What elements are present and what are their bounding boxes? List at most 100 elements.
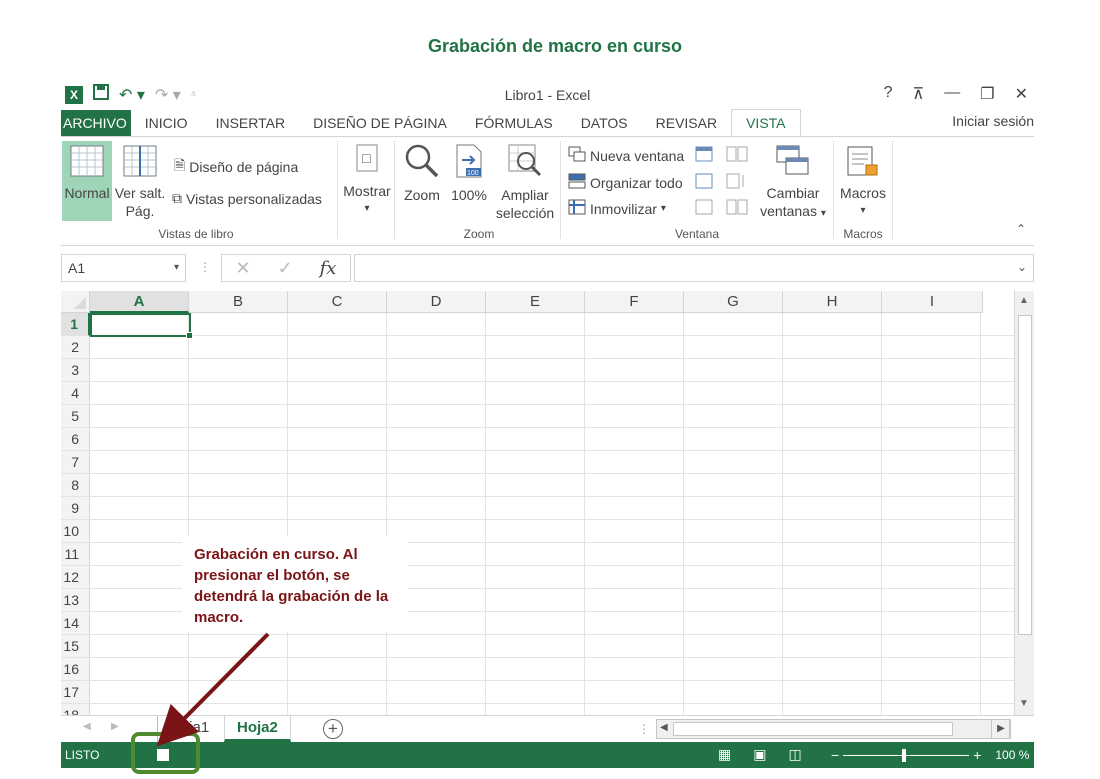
tab-archivo[interactable]: ARCHIVO bbox=[61, 110, 131, 137]
column-header-b[interactable]: B bbox=[189, 291, 288, 313]
name-box-dropdown-icon[interactable]: ▾ bbox=[174, 255, 179, 281]
custom-views-button[interactable]: ⧉ Vistas personalizadas bbox=[172, 190, 322, 207]
zoom-track[interactable] bbox=[843, 748, 970, 762]
scroll-up-icon[interactable]: ▲ bbox=[1019, 295, 1029, 306]
column-header-g[interactable]: G bbox=[684, 291, 783, 313]
column-header-a[interactable]: A bbox=[90, 291, 189, 313]
sheet-prev-icon[interactable]: ◀ bbox=[83, 721, 91, 732]
svg-text:100: 100 bbox=[467, 170, 479, 177]
tab-formulas[interactable]: FÓRMULAS bbox=[461, 110, 567, 137]
switch-windows-button[interactable]: Cambiar ventanas ▾ bbox=[756, 145, 830, 223]
reset-position-icon[interactable] bbox=[726, 199, 748, 220]
page-layout-status-icon[interactable]: ▣ bbox=[753, 746, 766, 763]
add-sheet-icon[interactable]: + bbox=[323, 719, 343, 739]
row-header-18[interactable]: 18 bbox=[61, 704, 90, 715]
scroll-right-icon[interactable]: ▶ bbox=[991, 719, 1011, 739]
minimize-icon[interactable]: — bbox=[944, 84, 960, 104]
help-icon[interactable]: ? bbox=[884, 84, 893, 104]
zoom-percent[interactable]: 100 % bbox=[995, 748, 1029, 762]
row-header-11[interactable]: 11 bbox=[61, 543, 90, 566]
scroll-down-icon[interactable]: ▼ bbox=[1019, 698, 1029, 709]
row-header-7[interactable]: 7 bbox=[61, 451, 90, 474]
formula-bar-grip-icon[interactable]: ⋮ bbox=[199, 260, 211, 274]
collapse-ribbon-icon[interactable]: ⌃ bbox=[1016, 222, 1026, 236]
row-header-6[interactable]: 6 bbox=[61, 428, 90, 451]
new-window-button[interactable]: Nueva ventana bbox=[568, 146, 684, 165]
signin-link[interactable]: Iniciar sesión bbox=[952, 113, 1034, 129]
show-button[interactable]: ☐ Mostrar ▾ bbox=[342, 143, 392, 218]
row-header-17[interactable]: 17 bbox=[61, 681, 90, 704]
tab-inicio[interactable]: INICIO bbox=[131, 110, 202, 137]
enter-formula-icon[interactable]: ✓ bbox=[278, 258, 293, 279]
row-header-10[interactable]: 10 bbox=[61, 520, 90, 543]
horizontal-scroll-thumb[interactable] bbox=[673, 722, 953, 736]
column-header-c[interactable]: C bbox=[288, 291, 387, 313]
page-break-view-button[interactable]: Ver salt. Pág. bbox=[114, 145, 166, 220]
ribbon-display-icon[interactable]: ⊼ bbox=[913, 84, 925, 104]
column-header-f[interactable]: F bbox=[585, 291, 684, 313]
normal-view-button[interactable]: Normal bbox=[62, 145, 112, 202]
row-header-15[interactable]: 15 bbox=[61, 635, 90, 658]
cell-area[interactable] bbox=[90, 313, 1014, 715]
split-icon[interactable] bbox=[695, 146, 713, 167]
svg-text:☐: ☐ bbox=[361, 152, 372, 166]
page-layout-button[interactable]: 🗎 Diseño de página bbox=[174, 155, 298, 179]
hide-icon[interactable] bbox=[695, 173, 713, 194]
unhide-icon[interactable] bbox=[695, 199, 713, 220]
tab-insertar[interactable]: INSERTAR bbox=[202, 110, 300, 137]
insert-function-icon[interactable]: fx bbox=[320, 258, 337, 279]
tab-split-grip-icon[interactable]: ⋮ bbox=[638, 722, 650, 736]
tab-vista[interactable]: VISTA bbox=[731, 109, 801, 137]
column-header-d[interactable]: D bbox=[387, 291, 486, 313]
formula-input[interactable]: ⌄ bbox=[354, 254, 1034, 282]
ventanas-label: ventanas ▾ bbox=[760, 203, 826, 219]
restore-icon[interactable]: ❐ bbox=[980, 84, 994, 104]
row-header-3[interactable]: 3 bbox=[61, 359, 90, 382]
zoom-button[interactable]: Zoom bbox=[399, 143, 445, 204]
zoom-knob[interactable] bbox=[902, 748, 907, 762]
tab-datos[interactable]: DATOS bbox=[567, 110, 642, 137]
seleccion-label: selección bbox=[495, 205, 555, 221]
sheet-next-icon[interactable]: ▶ bbox=[111, 721, 119, 732]
row-header-14[interactable]: 14 bbox=[61, 612, 90, 635]
custom-views-label: Vistas personalizadas bbox=[186, 190, 322, 207]
scroll-left-icon[interactable]: ◀ bbox=[660, 722, 668, 733]
tab-revisar[interactable]: REVISAR bbox=[642, 110, 731, 137]
zoom-slider[interactable]: − + 100 % bbox=[831, 747, 1029, 763]
row-header-16[interactable]: 16 bbox=[61, 658, 90, 681]
row-header-4[interactable]: 4 bbox=[61, 382, 90, 405]
row-header-8[interactable]: 8 bbox=[61, 474, 90, 497]
column-header-h[interactable]: H bbox=[783, 291, 882, 313]
row-header-2[interactable]: 2 bbox=[61, 336, 90, 359]
macros-button[interactable]: Macros ▾ bbox=[837, 145, 889, 220]
page-break-status-icon[interactable]: ◫ bbox=[788, 746, 801, 763]
column-header-i[interactable]: I bbox=[882, 291, 983, 313]
zoom-in-icon[interactable]: + bbox=[973, 747, 981, 763]
zoom-100-button[interactable]: 100 100% bbox=[447, 143, 491, 204]
column-header-e[interactable]: E bbox=[486, 291, 585, 313]
row-header-1[interactable]: 1 bbox=[61, 313, 90, 336]
close-icon[interactable]: ✕ bbox=[1015, 84, 1028, 104]
zoom-selection-icon bbox=[493, 143, 557, 183]
side-by-side-icon[interactable] bbox=[726, 146, 748, 167]
vertical-scroll-thumb[interactable] bbox=[1018, 315, 1032, 635]
row-header-12[interactable]: 12 bbox=[61, 566, 90, 589]
arrange-all-button[interactable]: Organizar todo bbox=[568, 173, 683, 192]
expand-formula-bar-icon[interactable]: ⌄ bbox=[1017, 260, 1027, 274]
sync-scroll-icon[interactable] bbox=[726, 173, 748, 194]
row-header-5[interactable]: 5 bbox=[61, 405, 90, 428]
row-header-9[interactable]: 9 bbox=[61, 497, 90, 520]
select-all-corner[interactable] bbox=[61, 291, 90, 313]
row-header-13[interactable]: 13 bbox=[61, 589, 90, 612]
zoom-out-icon[interactable]: − bbox=[831, 747, 839, 763]
tab-diseno-pagina[interactable]: DISEÑO DE PÁGINA bbox=[299, 110, 461, 137]
freeze-panes-button[interactable]: Inmovilizar ▾ bbox=[568, 199, 666, 218]
cancel-formula-icon[interactable]: ✕ bbox=[235, 258, 250, 279]
active-cell-a1[interactable] bbox=[90, 313, 193, 339]
vertical-scrollbar[interactable]: ▲ ▼ bbox=[1014, 291, 1034, 715]
sheet-tab-hoja2[interactable]: Hoja2 bbox=[224, 716, 291, 742]
normal-view-status-icon[interactable]: ▦ bbox=[718, 746, 731, 763]
horizontal-scrollbar[interactable]: ◀ bbox=[656, 719, 1010, 739]
zoom-selection-button[interactable]: Ampliar selección bbox=[493, 143, 557, 222]
name-box[interactable]: A1 ▾ bbox=[61, 254, 186, 282]
